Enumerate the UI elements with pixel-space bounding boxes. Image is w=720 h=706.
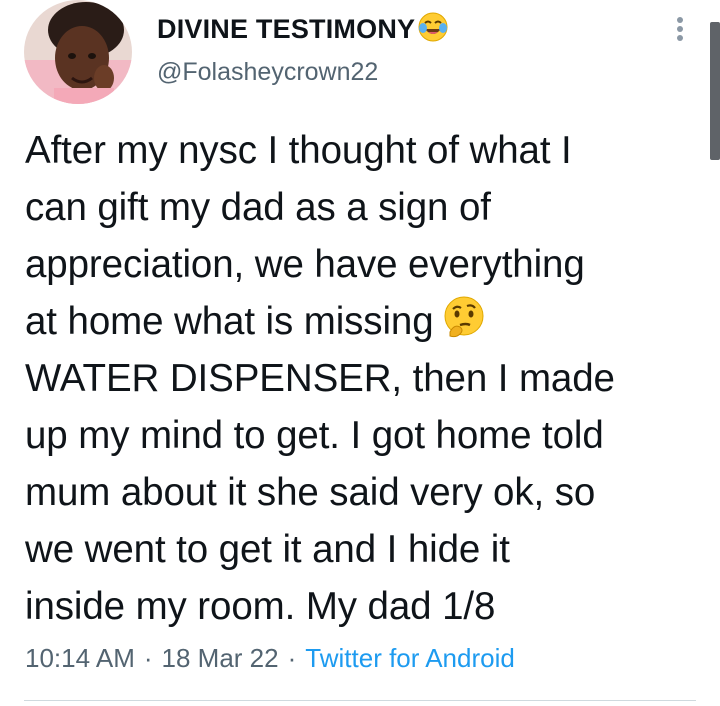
tweet-date[interactable]: 18 Mar 22 bbox=[162, 643, 279, 674]
tweet-time[interactable]: 10:14 AM bbox=[25, 643, 135, 674]
tweet-text-part2: WATER DISPENSER, then I made up my mind … bbox=[25, 357, 615, 628]
meta-separator: · bbox=[143, 642, 153, 673]
meta-separator: · bbox=[287, 642, 297, 673]
tweet-text: After my nysc I thought of what I can gi… bbox=[25, 122, 705, 635]
divider bbox=[24, 700, 696, 701]
author-name-row[interactable]: DIVINE TESTIMONY bbox=[157, 12, 449, 46]
author-handle[interactable]: @Folasheycrown22 bbox=[157, 58, 378, 87]
thinking-face-icon bbox=[440, 294, 488, 342]
author-display-name[interactable]: DIVINE TESTIMONY bbox=[157, 14, 415, 45]
more-vertical-icon[interactable] bbox=[670, 14, 690, 44]
avatar[interactable] bbox=[24, 0, 132, 104]
tweet-source-link[interactable]: Twitter for Android bbox=[305, 643, 515, 674]
tweet-meta: 10:14 AM · 18 Mar 22 · Twitter for Andro… bbox=[25, 640, 515, 676]
face-with-tears-of-joy-icon bbox=[417, 11, 449, 48]
tweet-text-part1: After my nysc I thought of what I can gi… bbox=[25, 129, 585, 343]
scrollbar-thumb[interactable] bbox=[710, 22, 720, 160]
